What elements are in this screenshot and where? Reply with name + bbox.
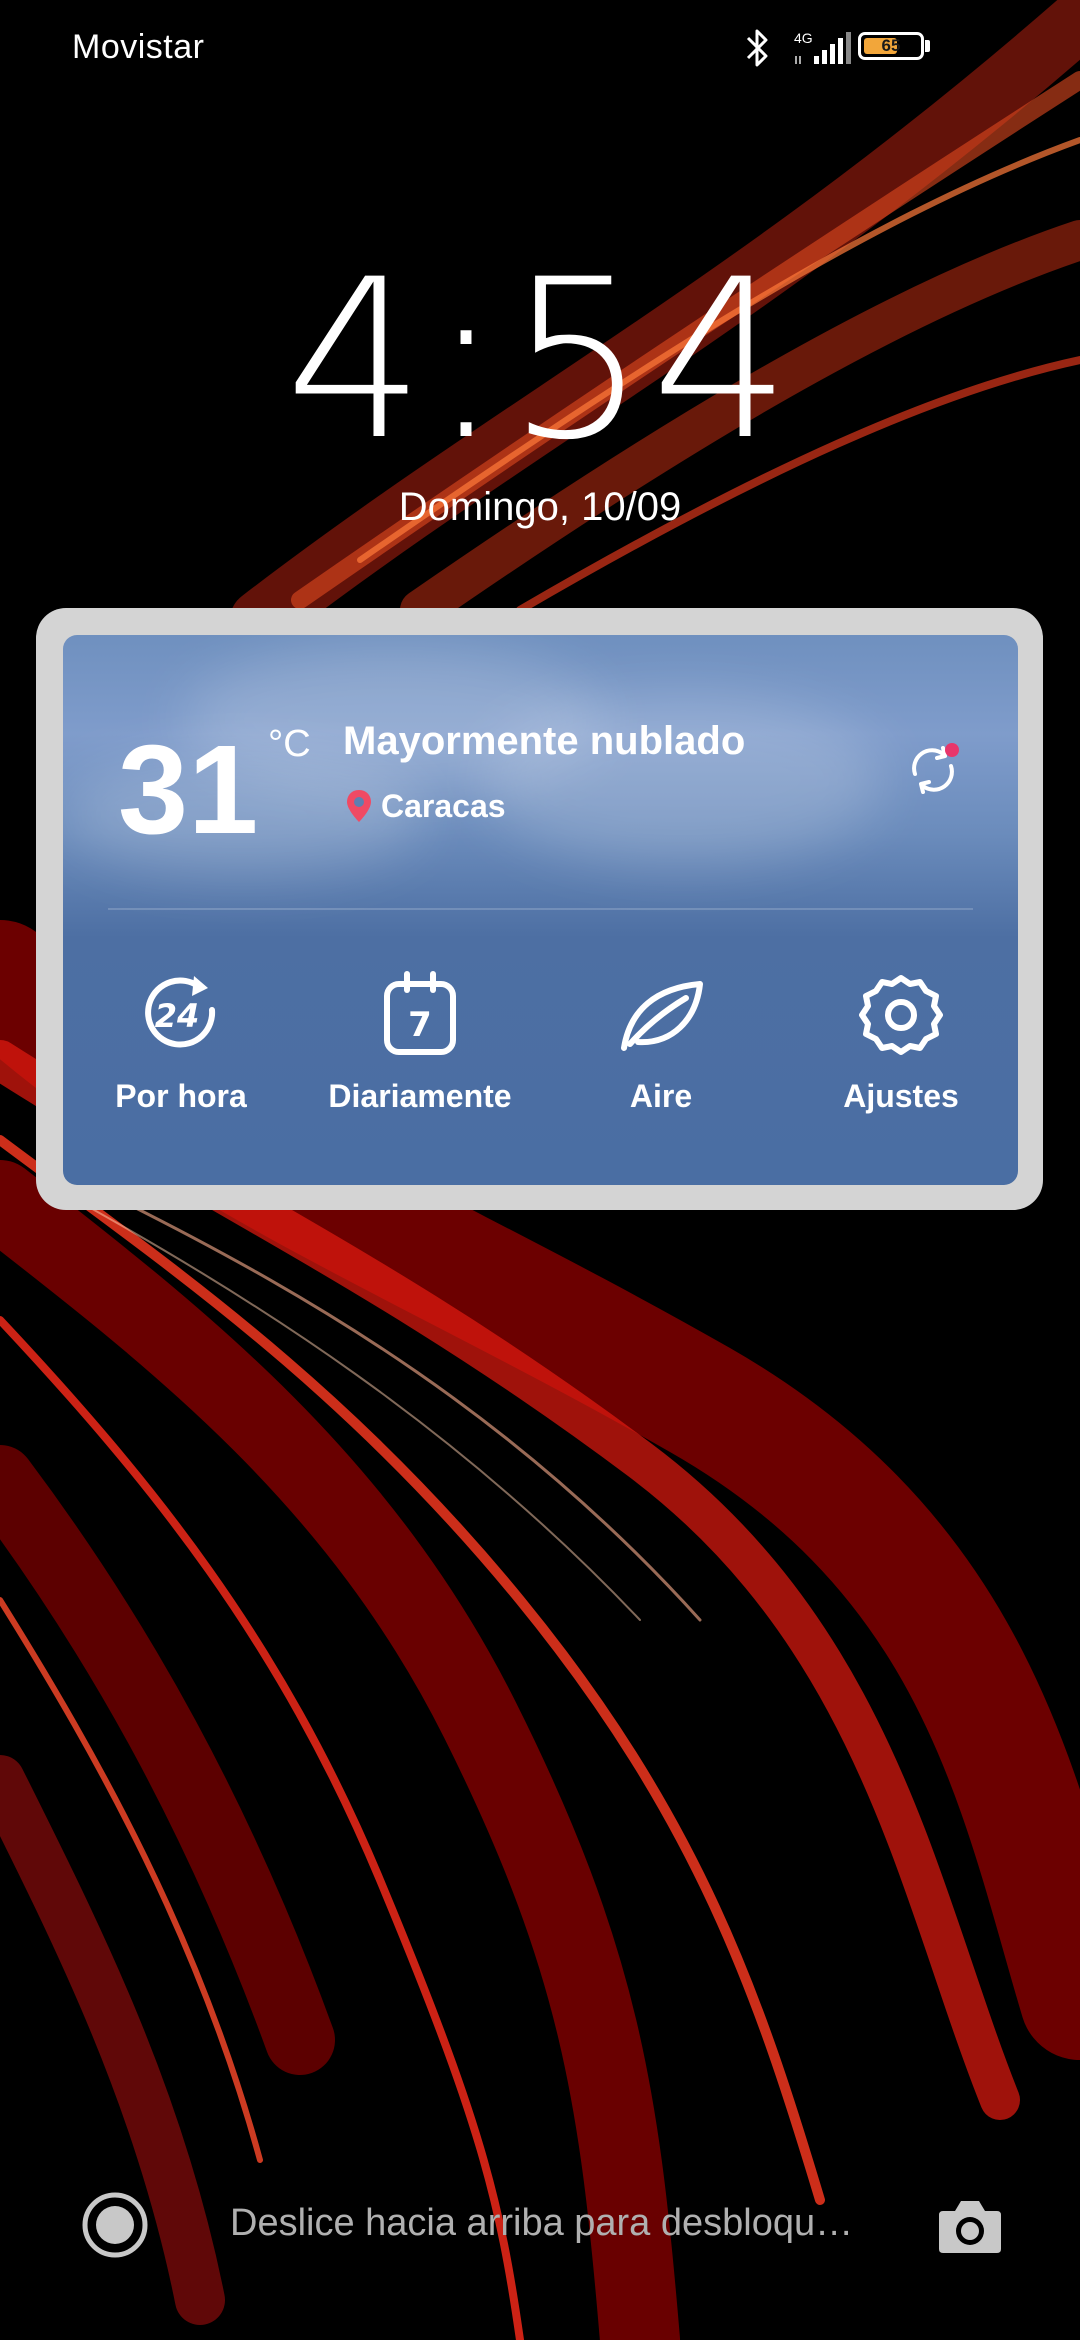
air-label: Aire [629, 1078, 693, 1114]
temperature-value: 31 [118, 719, 259, 860]
weather-widget[interactable]: 31 °C Mayormente nublado Caracas 24 Por … [63, 635, 1018, 1185]
battery-cap [925, 40, 930, 52]
bluetooth-icon [746, 29, 768, 67]
location-city: Caracas [381, 788, 506, 824]
camera-icon[interactable] [937, 2197, 1003, 2255]
daily-forecast-button[interactable]: 7 Diariamente [310, 970, 530, 1115]
temperature-unit: °C [268, 723, 311, 765]
refresh-icon[interactable] [903, 740, 963, 800]
unlock-hint: Deslice hacia arriba para desbloqu… [230, 2202, 854, 2244]
gear-icon [859, 975, 943, 1055]
calendar-7-icon: 7 [384, 971, 456, 1055]
hourly-24-icon: 24 [145, 976, 216, 1048]
lockscreen-date: Domingo, 10/09 [398, 485, 682, 529]
status-icons: 4G 65 [702, 26, 1002, 72]
hourly-label: Por hora [115, 1078, 247, 1114]
leaf-icon [621, 981, 703, 1051]
hourly-forecast-button[interactable]: 24 Por hora [71, 970, 291, 1115]
settings-label: Ajustes [843, 1078, 959, 1114]
weather-condition: Mayormente nublado [343, 719, 746, 763]
widget-divider [108, 908, 973, 910]
svg-text:24: 24 [155, 997, 200, 1035]
battery-percent: 65 [881, 36, 901, 55]
air-quality-button[interactable]: Aire [551, 970, 771, 1115]
svg-text:7: 7 [408, 1005, 432, 1045]
settings-button[interactable]: Ajustes [791, 970, 1011, 1115]
assistant-icon[interactable] [80, 2190, 150, 2260]
battery-icon: 65 [858, 32, 924, 60]
notification-dot [945, 743, 959, 757]
status-bar: Movistar 4G 65 [0, 0, 1080, 100]
daily-label: Diariamente [328, 1078, 512, 1114]
location-pin-icon [347, 790, 371, 822]
signal-icon: 4G [794, 26, 854, 70]
lockscreen-clock: 4:54 [284, 232, 796, 488]
carrier-name: Movistar [72, 28, 205, 66]
